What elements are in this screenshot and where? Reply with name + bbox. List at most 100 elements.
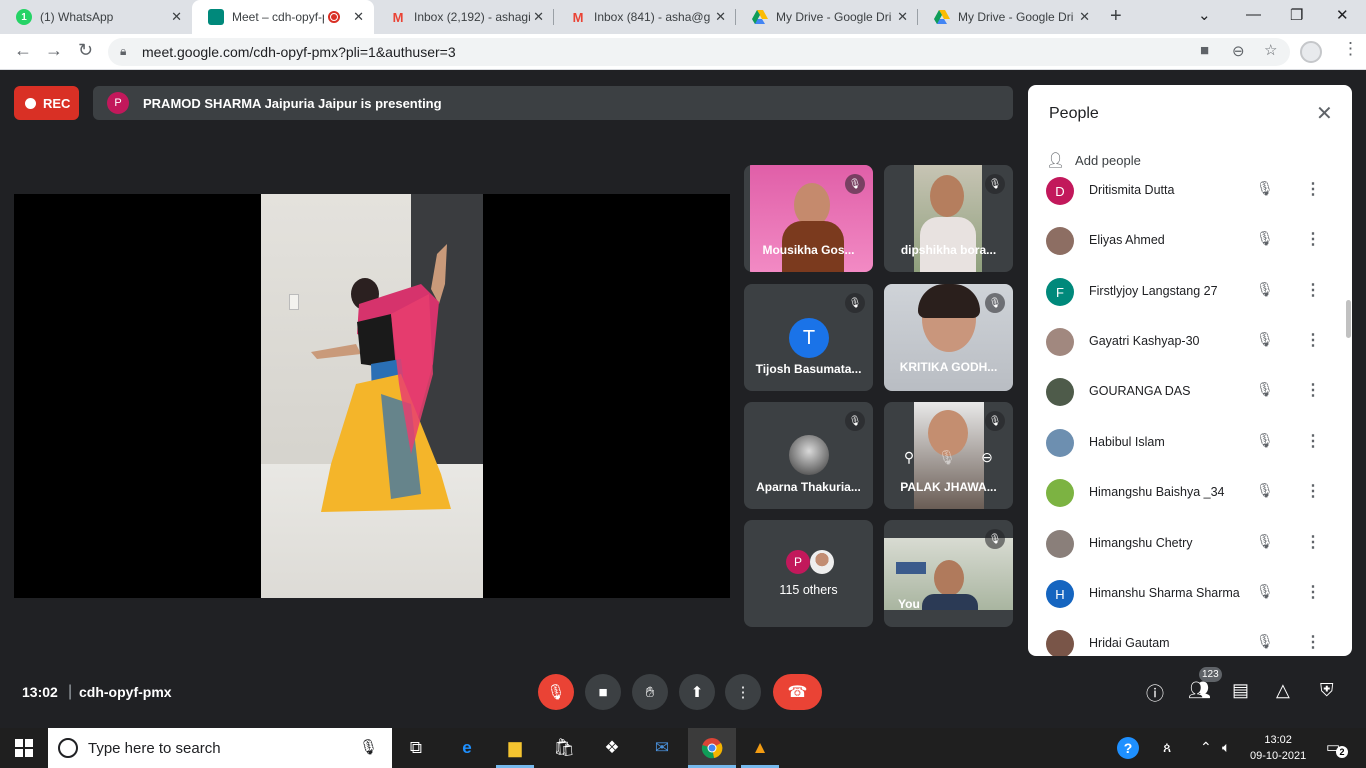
bookmark-star-icon[interactable]: ☆ xyxy=(1264,41,1277,59)
notification-center-icon[interactable]: ▭ 2 xyxy=(1326,738,1348,758)
more-options-icon[interactable]: ⋮ xyxy=(1305,431,1321,451)
more-options-button[interactable]: ⋮ xyxy=(725,674,761,710)
microphone-icon[interactable]: 🎙︎ xyxy=(359,738,378,756)
browser-tab-meet[interactable]: Meet – cdh-opyf-pmx ✕ xyxy=(192,0,374,34)
more-options-icon[interactable]: ⋮ xyxy=(1305,179,1321,199)
browser-tab-gmail-2[interactable]: M Inbox (841) - asha@g ✕ xyxy=(554,0,736,34)
show-hidden-icons-chevron[interactable]: ⌃ xyxy=(1200,739,1212,756)
more-options-icon[interactable]: ⋮ xyxy=(1305,229,1321,249)
meeting-details-icon[interactable]: ⓘ xyxy=(1146,680,1164,706)
participant-row[interactable]: Himangshu Chetry 🎙︎ ⋮ xyxy=(1028,520,1352,570)
camera-in-use-icon[interactable]: ■ xyxy=(1200,42,1209,59)
mic-off-icon[interactable]: 🎙︎ xyxy=(1256,633,1274,650)
close-tab-icon[interactable]: ✕ xyxy=(897,9,908,25)
participant-tile[interactable]: ⚲ 🎙︎ ⊖ 🎙︎ PALAK JHAWA... xyxy=(884,402,1013,509)
mic-off-icon[interactable]: 🎙︎ xyxy=(1256,432,1274,449)
leave-call-button[interactable]: ☎︎ xyxy=(773,674,822,710)
present-screen-button[interactable]: ⬆ xyxy=(679,674,715,710)
browser-tab-gmail-1[interactable]: M Inbox (2,192) - ashagi ✕ xyxy=(374,0,554,34)
raise-hand-button[interactable]: ✋︎ xyxy=(632,674,668,710)
people-icon[interactable]: 👥︎ xyxy=(1188,680,1211,701)
address-bar[interactable]: 🔒︎ meet.google.com/cdh-opyf-pmx?pli=1&au… xyxy=(108,38,1290,66)
mail-icon[interactable]: ✉︎ xyxy=(650,736,674,760)
participant-row[interactable]: Habibul Islam 🎙︎ ⋮ xyxy=(1028,419,1352,469)
help-icon[interactable]: ? xyxy=(1117,737,1139,759)
close-tab-icon[interactable]: ✕ xyxy=(1079,9,1090,25)
chrome-icon[interactable] xyxy=(700,736,724,760)
forward-icon[interactable]: → xyxy=(45,40,63,61)
participant-row[interactable]: H Himanshu Sharma Sharma 🎙︎ ⋮ xyxy=(1028,570,1352,620)
close-panel-icon[interactable]: ✕ xyxy=(1316,101,1333,126)
close-tab-icon[interactable]: ✕ xyxy=(171,9,182,25)
participant-tile[interactable]: 🎙︎ Aparna Thakuria... xyxy=(744,402,873,509)
tab-search-chevron-icon[interactable]: ⌄ xyxy=(1198,6,1211,24)
minimize-icon[interactable]: — xyxy=(1246,6,1261,23)
file-explorer-icon[interactable]: ▆ xyxy=(503,736,527,760)
participant-row[interactable]: Himangshu Baishya _34 🎙︎ ⋮ xyxy=(1028,469,1352,519)
presentation-stage[interactable] xyxy=(14,194,730,598)
taskbar-search-box[interactable]: Type here to search 🎙︎ xyxy=(48,728,392,768)
people-tray-icon[interactable]: ጰ xyxy=(1163,739,1171,756)
participant-tile[interactable]: 🎙︎ dipshikha bora... xyxy=(884,165,1013,272)
recording-badge[interactable]: REC xyxy=(14,86,79,120)
system-clock[interactable]: 13:02 09-10-2021 xyxy=(1250,732,1306,764)
participant-row[interactable]: Gayatri Kashyap-30 🎙︎ ⋮ xyxy=(1028,318,1352,368)
new-tab-icon[interactable]: + xyxy=(1110,5,1122,28)
participant-row[interactable]: Eliyas Ahmed 🎙︎ ⋮ xyxy=(1028,217,1352,267)
store-icon[interactable]: 🛍︎ xyxy=(552,736,576,760)
zoom-icon[interactable]: ⊖ xyxy=(1232,42,1245,60)
mic-off-icon[interactable]: 🎙︎ xyxy=(1256,331,1274,348)
participant-tile[interactable]: 🎙︎ KRITIKA GODH... xyxy=(884,284,1013,391)
close-window-icon[interactable]: ✕ xyxy=(1336,6,1349,24)
close-tab-icon[interactable]: ✕ xyxy=(353,9,364,25)
participant-tile[interactable]: 🎙︎ Mousikha Gos... xyxy=(744,165,873,272)
mic-off-icon[interactable]: 🎙︎ xyxy=(1256,583,1274,600)
more-options-icon[interactable]: ⋮ xyxy=(1305,380,1321,400)
more-options-icon[interactable]: ⋮ xyxy=(1305,632,1321,652)
browser-tab-drive-2[interactable]: My Drive - Google Dri ✕ xyxy=(918,0,1100,34)
participant-row[interactable]: D Dritismita Dutta 🎙︎ ⋮ xyxy=(1028,167,1352,217)
close-tab-icon[interactable]: ✕ xyxy=(715,9,726,25)
host-controls-icon[interactable]: ⛨ xyxy=(1320,680,1334,701)
browser-tab-drive-1[interactable]: My Drive - Google Dri ✕ xyxy=(736,0,918,34)
windows-start-icon[interactable] xyxy=(15,739,33,757)
mic-off-icon[interactable]: 🎙︎ xyxy=(1256,482,1274,499)
mute-participant-icon[interactable]: 🎙︎ xyxy=(934,444,960,470)
participant-row[interactable]: Hridai Gautam 🎙︎ ⋮ xyxy=(1028,620,1352,656)
camera-toggle-button[interactable]: ■ xyxy=(585,674,621,710)
mic-off-icon[interactable]: 🎙︎ xyxy=(1256,533,1274,550)
dropbox-icon[interactable]: ❖ xyxy=(600,736,624,760)
self-tile[interactable]: 🎙︎ You xyxy=(884,520,1013,627)
mic-off-icon[interactable]: 🎙︎ xyxy=(1256,230,1274,247)
close-tab-icon[interactable]: ✕ xyxy=(533,9,544,25)
remove-participant-icon[interactable]: ⊖ xyxy=(974,444,1000,470)
browser-tab-whatsapp[interactable]: 1 (1) WhatsApp ✕ xyxy=(0,0,192,34)
more-options-icon[interactable]: ⋮ xyxy=(1305,481,1321,501)
mic-off-icon[interactable]: 🎙︎ xyxy=(1256,180,1274,197)
activities-icon[interactable]: △ xyxy=(1276,680,1290,701)
pin-icon[interactable]: ⚲ xyxy=(896,444,922,470)
volume-icon[interactable]: 🔈︎ xyxy=(1222,739,1230,756)
vlc-icon[interactable]: ▲ xyxy=(748,736,772,760)
reload-icon[interactable]: ↻ xyxy=(78,40,93,61)
edge-icon[interactable]: e xyxy=(455,736,479,760)
chrome-menu-icon[interactable]: ⋮ xyxy=(1342,39,1359,59)
panel-scrollbar[interactable] xyxy=(1346,300,1351,338)
more-options-icon[interactable]: ⋮ xyxy=(1305,330,1321,350)
mic-toggle-button[interactable]: 🎙︎ xyxy=(538,674,574,710)
chat-icon[interactable]: ▤ xyxy=(1232,680,1249,701)
participant-row[interactable]: GOURANGA DAS 🎙︎ ⋮ xyxy=(1028,368,1352,418)
more-options-icon[interactable]: ⋮ xyxy=(1305,582,1321,602)
more-options-icon[interactable]: ⋮ xyxy=(1305,280,1321,300)
task-view-icon[interactable]: ⧉ xyxy=(404,736,428,760)
more-options-icon[interactable]: ⋮ xyxy=(1305,532,1321,552)
participant-tile[interactable]: T 🎙︎ Tijosh Basumata... xyxy=(744,284,873,391)
back-icon[interactable]: ← xyxy=(14,40,32,61)
others-tile[interactable]: P 115 others xyxy=(744,520,873,627)
lock-icon[interactable]: 🔒︎ xyxy=(120,44,126,59)
participant-row[interactable]: F Firstlyjoy Langstang 27 🎙︎ ⋮ xyxy=(1028,268,1352,318)
mic-off-icon[interactable]: 🎙︎ xyxy=(1256,381,1274,398)
restore-icon[interactable]: ❐ xyxy=(1290,6,1303,24)
mic-off-icon[interactable]: 🎙︎ xyxy=(1256,281,1274,298)
profile-avatar[interactable] xyxy=(1300,41,1322,63)
